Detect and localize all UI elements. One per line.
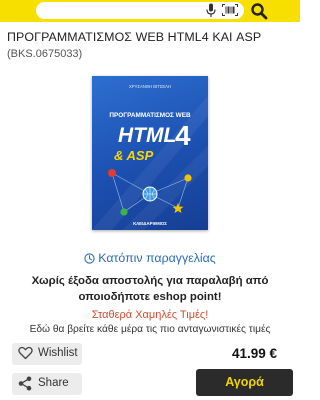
product-title: ΠΡΟΓΡΑΜΜΑΤΙΣΜΟΣ WEB HTML4 ΚΑΙ ASP	[7, 30, 262, 44]
cover-star	[172, 203, 184, 213]
cover-author: ΧΡΥΣΑΝΘΗ ΒΙΤΣΕΛΗ	[129, 84, 171, 89]
book-cover-image[interactable]: ΧΡΥΣΑΝΘΗ ΒΙΤΣΕΛΗ ΠΡΟΓΡΑΜΜΑΤΙΣΜΟΣ WEB HTM…	[92, 76, 208, 230]
cover-node-yellow	[184, 174, 192, 182]
cover-globe-lines	[143, 187, 157, 201]
price-note: Σταθερά Χαμηλές Τιμές!	[91, 309, 209, 321]
wishlist-button[interactable]: Wishlist	[12, 343, 82, 365]
product-code: (BKS.0675033)	[7, 48, 83, 60]
cover-heading: ΠΡΟΓΡΑΜΜΑΤΙΣΜΟΣ WEB	[109, 112, 191, 119]
barcode-icon[interactable]	[222, 4, 238, 16]
search-icon[interactable]	[250, 2, 268, 20]
top-bar	[0, 0, 300, 22]
cover-node-red	[108, 169, 116, 177]
mic-icon[interactable]	[206, 3, 216, 18]
availability-status: Κατόπιν παραγγελίας	[0, 251, 300, 265]
cover-asp: & ASP	[114, 148, 154, 163]
wishlist-label: Wishlist	[38, 347, 78, 359]
cover-node-green	[120, 208, 128, 216]
buy-button[interactable]: Αγορά	[196, 369, 293, 396]
heart-icon	[18, 346, 33, 360]
shipping-info: Χωρίς έξοδα αποστολής για παραλαβή από ο…	[31, 275, 269, 303]
clock-icon	[84, 253, 95, 264]
share-label: Share	[38, 377, 69, 389]
product-price: 41.99 €	[232, 346, 278, 361]
cover-publisher: ΚΛΕΙΔΑΡΙΘΜΟΣ	[133, 221, 167, 226]
cover-html: HTML	[118, 124, 176, 147]
share-button[interactable]: Share	[12, 373, 82, 395]
price-description: Εδώ θα βρείτε κάθε μέρα τις πιο ανταγωνι…	[29, 324, 271, 335]
cover-four: 4	[175, 120, 191, 151]
share-icon	[18, 376, 32, 391]
order-label: Κατόπιν παραγγελίας	[98, 251, 216, 265]
